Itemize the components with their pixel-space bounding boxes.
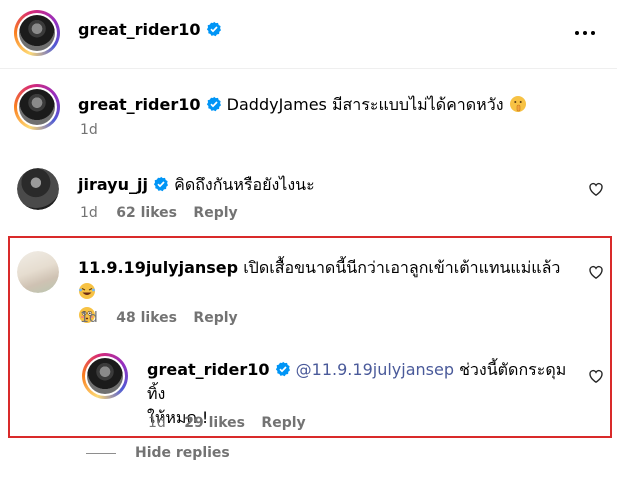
reply-avatar[interactable] xyxy=(82,353,128,399)
like-heart-icon[interactable] xyxy=(588,368,604,384)
comment-meta-july: 1d 48 likes Reply xyxy=(80,310,238,326)
verified-badge-icon xyxy=(206,21,221,37)
caption-row: great_rider10 DaddyJames มีสาระแบบไม่ได้… xyxy=(78,93,527,118)
reply-button[interactable]: Reply xyxy=(193,205,237,221)
like-heart-icon[interactable] xyxy=(588,264,604,280)
reply-meta: 1d 29 likes Reply xyxy=(148,415,306,431)
hide-replies-line xyxy=(86,453,116,454)
verified-badge-icon xyxy=(153,176,169,192)
comment-likes[interactable]: 48 likes xyxy=(116,310,177,326)
reply-time: 1d xyxy=(148,415,166,431)
reply-likes[interactable]: 29 likes xyxy=(184,415,245,431)
more-horizontal-icon[interactable] xyxy=(572,26,598,40)
like-heart-icon[interactable] xyxy=(588,181,604,197)
caption-avatar[interactable] xyxy=(14,84,60,130)
caption-text: DaddyJames มีสาระแบบไม่ได้คาดหวัง xyxy=(226,95,504,114)
header-username-row: great_rider10 xyxy=(78,20,222,39)
caption-username[interactable]: great_rider10 xyxy=(78,95,200,114)
comment-text: คิดถึงกันหรือยังไงนะ xyxy=(174,175,315,194)
comment-time: 1d xyxy=(80,205,98,221)
reply-button[interactable]: Reply xyxy=(193,310,237,326)
hide-replies-button[interactable]: Hide replies xyxy=(135,445,230,461)
header-avatar[interactable] xyxy=(14,10,60,56)
verified-badge-icon xyxy=(206,96,221,112)
header-username[interactable]: great_rider10 xyxy=(78,20,200,39)
shushing-face-emoji-icon xyxy=(509,96,526,112)
comment-row-jirayu: jirayu_jj คิดถึงกันหรือยังไงนะ xyxy=(78,173,315,198)
caption-time: 1d xyxy=(80,122,98,138)
comment-meta-jirayu: 1d 62 likes Reply xyxy=(80,205,238,221)
comment-username[interactable]: jirayu_jj xyxy=(78,175,148,194)
verified-badge-icon xyxy=(275,361,290,377)
comment-time: 1d xyxy=(80,310,98,326)
header-divider xyxy=(0,68,617,69)
mention-link[interactable]: @11.9.19julyjansep xyxy=(296,360,454,379)
comment-avatar-jirayu[interactable] xyxy=(17,168,59,210)
comment-likes[interactable]: 62 likes xyxy=(116,205,177,221)
reply-button[interactable]: Reply xyxy=(261,415,305,431)
reply-username[interactable]: great_rider10 xyxy=(147,360,269,379)
rolling-laughing-emoji-icon xyxy=(79,283,95,299)
comment-username[interactable]: 11.9.19julyjansep xyxy=(78,258,238,277)
comment-avatar-july[interactable] xyxy=(17,251,59,293)
comment-text: เปิดเสื้อขนาดนี้นีกว่าเอาลูกเข้าเต้าแทนแ… xyxy=(243,258,561,277)
